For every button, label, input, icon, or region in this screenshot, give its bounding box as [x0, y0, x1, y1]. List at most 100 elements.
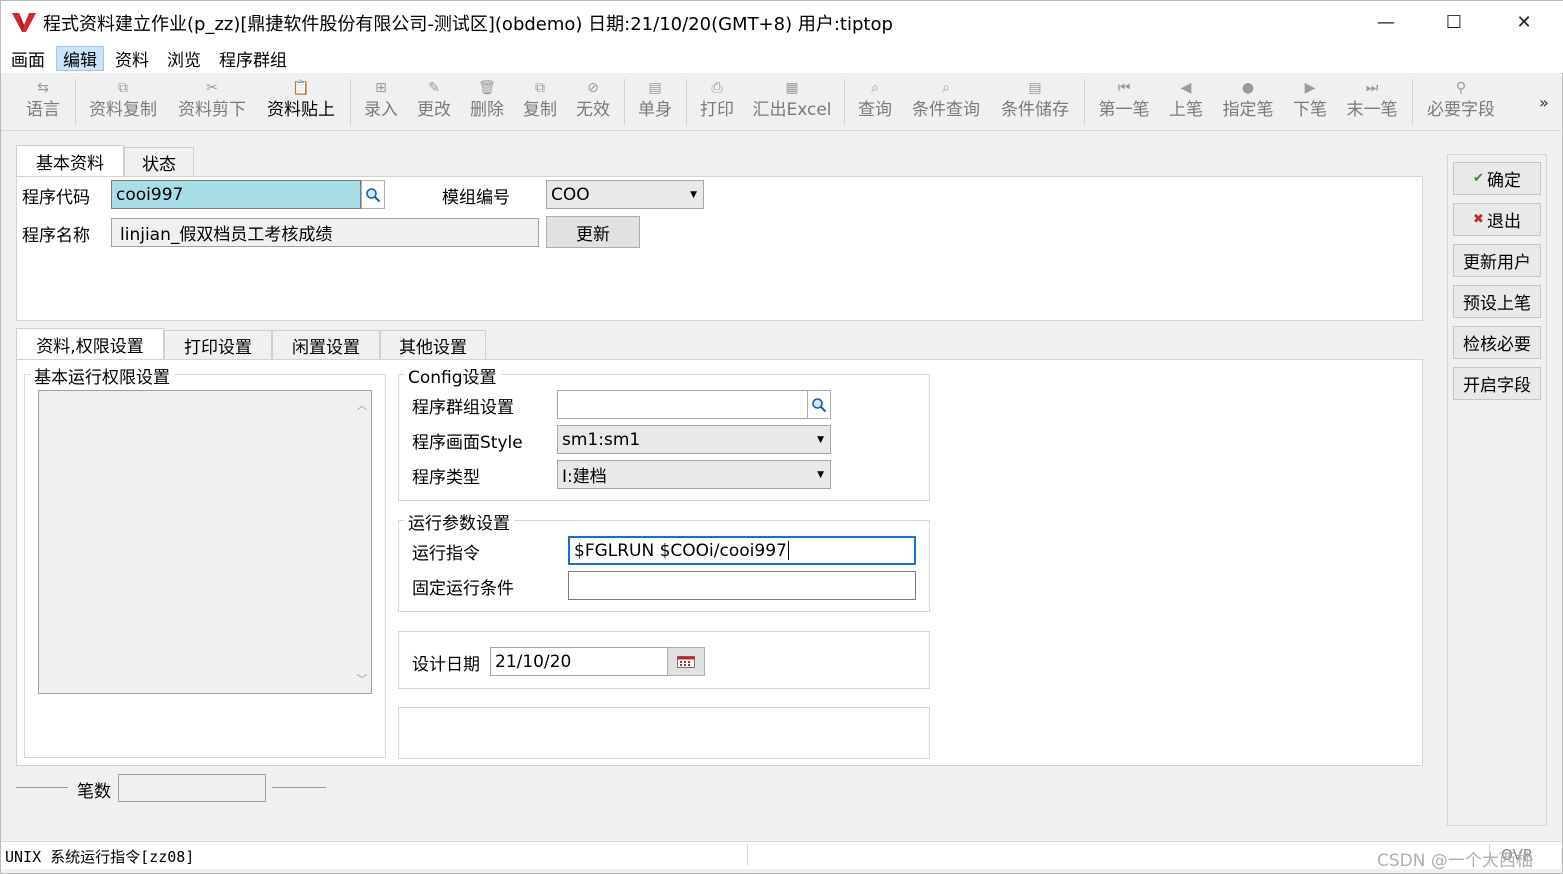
- toolbar-overflow-icon[interactable]: »: [1539, 93, 1549, 112]
- toolbar-required-fields-button[interactable]: ⚲ 必要字段: [1423, 75, 1499, 129]
- excel-icon: ▦: [785, 80, 799, 96]
- program-type-select[interactable]: I:建档 ▼: [557, 460, 831, 489]
- status-message: UNIX 系统运行指令[zz08]: [5, 848, 195, 866]
- status-bar: UNIX 系统运行指令[zz08] OVR: [1, 841, 1561, 869]
- check-icon: ✔: [1473, 171, 1484, 186]
- prog-name-input[interactable]: linjian_假双档员工考核成绩: [111, 218, 539, 247]
- toolbar: ⇆ 语言 ⧉ 资料复制 ✂ 资料剪下 📋 资料贴上 ⊞ 录入 ✎ 更改 🗑 删除 ⧉ 复制 ⊘ 无…: [1, 75, 1561, 131]
- program-group-label: 程序群组设置: [412, 398, 514, 418]
- toolbar-first-record-button[interactable]: ⏮ 第一笔: [1095, 75, 1153, 129]
- printer-icon: ⎙: [711, 80, 723, 96]
- first-record-icon: ⏮: [1117, 80, 1131, 96]
- app-logo-icon: [12, 13, 36, 32]
- copy-icon: ⧉: [118, 80, 128, 96]
- prog-code-lookup-button[interactable]: [361, 180, 385, 209]
- program-style-select[interactable]: sm1:sm1 ▼: [557, 425, 831, 454]
- toolbar-condition-query-button[interactable]: ⌕ 条件查询: [908, 75, 984, 129]
- divider-line: [272, 787, 326, 788]
- fixed-condition-input[interactable]: [568, 571, 916, 600]
- menu-program-group[interactable]: 程序群组: [213, 46, 293, 71]
- tab-status[interactable]: 状态: [124, 147, 194, 177]
- tab-other-settings[interactable]: 其他设置: [380, 330, 486, 360]
- toolbar-copy-data-button[interactable]: ⧉ 资料复制: [86, 75, 160, 129]
- tab-idle-settings[interactable]: 闲置设置: [272, 330, 380, 360]
- next-icon: ▶: [1304, 80, 1316, 96]
- toolbar-separator: [350, 79, 351, 125]
- program-group-lookup-button[interactable]: [807, 390, 831, 419]
- duplicate-icon: ⧉: [535, 80, 545, 96]
- program-group-input[interactable]: [557, 390, 809, 419]
- toolbar-delete-button[interactable]: 🗑 删除: [467, 75, 507, 129]
- toolbar-separator: [844, 79, 845, 125]
- update-button[interactable]: 更新: [546, 216, 640, 248]
- toolbar-language-button[interactable]: ⇆ 语言: [23, 75, 63, 129]
- toolbar-paste-data-button[interactable]: 📋 资料贴上: [264, 75, 338, 129]
- toolbar-insert-button[interactable]: ⊞ 录入: [361, 75, 401, 129]
- close-button[interactable]: ✕: [1489, 1, 1559, 43]
- magnifier-icon: [366, 187, 381, 202]
- toolbar-last-record-button[interactable]: ⏭ 末一笔: [1343, 75, 1401, 129]
- toolbar-cut-data-button[interactable]: ✂ 资料剪下: [175, 75, 249, 129]
- run-command-label: 运行指令: [412, 544, 480, 564]
- toolbar-goto-record-button[interactable]: ● 指定笔: [1219, 75, 1277, 129]
- prog-code-label: 程序代码: [22, 188, 90, 208]
- confirm-button[interactable]: ✔ 确定: [1453, 162, 1541, 195]
- calendar-button[interactable]: [667, 647, 705, 676]
- toolbar-modify-button[interactable]: ✎ 更改: [414, 75, 454, 129]
- program-type-label: 程序类型: [412, 468, 480, 488]
- run-params-title: 运行参数设置: [404, 509, 514, 534]
- chevron-down-icon: ▼: [817, 434, 824, 445]
- empty-group: [398, 707, 930, 759]
- prog-code-input[interactable]: cooi997: [111, 180, 361, 209]
- scroll-down-icon[interactable]: ﹀: [355, 671, 369, 687]
- detail-icon: ▤: [648, 80, 662, 96]
- default-previous-button[interactable]: 预设上笔: [1453, 285, 1541, 318]
- last-record-icon: ⏭: [1365, 80, 1379, 96]
- pencil-icon: ✎: [428, 80, 440, 96]
- menu-screen[interactable]: 画面: [5, 46, 51, 71]
- update-user-button[interactable]: 更新用户: [1453, 244, 1541, 277]
- program-type-value: I:建档: [562, 467, 607, 487]
- menu-browse[interactable]: 浏览: [161, 46, 207, 71]
- module-select[interactable]: COO ▼: [546, 180, 704, 209]
- menu-data[interactable]: 资料: [109, 46, 155, 71]
- key-icon: ⚲: [1455, 80, 1467, 96]
- toolbar-separator: [1084, 79, 1085, 125]
- scroll-up-icon[interactable]: ︿: [355, 397, 369, 413]
- tab-data-permissions[interactable]: 资料,权限设置: [16, 328, 164, 360]
- module-select-value: COO: [551, 184, 590, 205]
- toolbar-separator: [686, 79, 687, 125]
- search-icon: ⌕: [871, 80, 879, 96]
- toolbar-invalid-button[interactable]: ⊘ 无效: [573, 75, 613, 129]
- permission-list[interactable]: ︿ ﹀: [38, 390, 372, 694]
- open-fields-button[interactable]: 开启字段: [1453, 367, 1541, 400]
- prog-name-label: 程序名称: [22, 226, 90, 246]
- config-group-title: Config设置: [404, 363, 501, 388]
- menu-bar: 画面 编辑 资料 浏览 程序群组: [1, 43, 1563, 73]
- scissors-icon: ✂: [206, 80, 218, 96]
- toolbar-condition-save-button[interactable]: ▤ 条件储存: [997, 75, 1073, 129]
- design-date-input[interactable]: 21/10/20: [490, 647, 668, 676]
- run-command-input[interactable]: $FGLRUN $COOi/cooi997: [568, 536, 916, 565]
- design-date-label: 设计日期: [412, 655, 480, 675]
- toolbar-export-excel-button[interactable]: ▦ 汇出Excel: [751, 75, 833, 129]
- run-command-value: $FGLRUN $COOi/cooi997: [574, 540, 787, 561]
- record-count-value: [118, 774, 266, 802]
- toolbar-query-button[interactable]: ⌕ 查询: [855, 75, 895, 129]
- maximize-button[interactable]: ☐: [1419, 1, 1489, 43]
- program-style-label: 程序画面Style: [412, 433, 523, 453]
- toolbar-detail-button[interactable]: ▤ 单身: [635, 75, 675, 129]
- record-count-label: 笔数: [77, 782, 111, 802]
- check-required-button[interactable]: 检核必要: [1453, 326, 1541, 359]
- toolbar-previous-record-button[interactable]: ◀ 上笔: [1166, 75, 1206, 129]
- toolbar-print-button[interactable]: ⎙ 打印: [697, 75, 737, 129]
- toolbar-duplicate-button[interactable]: ⧉ 复制: [520, 75, 560, 129]
- toolbar-next-record-button[interactable]: ▶ 下笔: [1290, 75, 1330, 129]
- tab-print-settings[interactable]: 打印设置: [164, 330, 272, 360]
- exit-button[interactable]: ✖ 退出: [1453, 203, 1541, 236]
- minimize-button[interactable]: —: [1351, 1, 1421, 43]
- toolbar-separator: [75, 79, 76, 125]
- fixed-condition-label: 固定运行条件: [412, 579, 514, 599]
- menu-edit[interactable]: 编辑: [56, 46, 104, 71]
- tab-basic-info[interactable]: 基本资料: [16, 145, 124, 177]
